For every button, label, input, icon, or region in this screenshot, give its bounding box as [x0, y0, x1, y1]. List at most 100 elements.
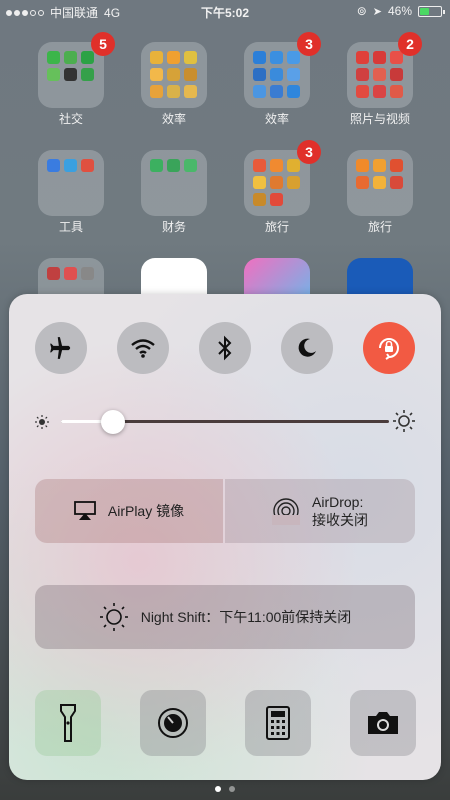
folder-tools[interactable] — [38, 150, 104, 216]
app-icon — [184, 159, 197, 172]
app-icon — [253, 85, 266, 98]
app-icon — [270, 193, 283, 206]
app-icon — [287, 176, 300, 189]
app-icon — [287, 68, 300, 81]
folder-travel-2[interactable] — [347, 150, 413, 216]
app-icon — [373, 159, 386, 172]
airdrop-title: AirDrop: — [312, 494, 364, 510]
app-icon — [373, 85, 386, 98]
app-icon — [356, 85, 369, 98]
app-icon — [167, 159, 180, 172]
airdrop-status: 接收关闭 — [312, 512, 368, 528]
folder-label: 效率 — [264, 112, 289, 126]
brightness-slider-knob[interactable] — [101, 410, 126, 434]
control-center-panel: AirPlay 镜像 AirDrop: 接收关闭 Night Shift：下午1… — [9, 294, 441, 780]
app-icon — [356, 68, 369, 81]
airplay-icon — [73, 501, 96, 520]
night-shift-label: Night Shift：下午11:00前保持关闭 — [140, 609, 352, 625]
app-icon — [47, 267, 60, 280]
flashlight-button[interactable] — [35, 690, 101, 756]
app-icon — [184, 51, 197, 64]
app-icon — [373, 68, 386, 81]
app-icon — [64, 51, 77, 64]
app-icon — [81, 68, 94, 81]
app-icon — [356, 176, 369, 189]
folder-label: 社交 — [58, 112, 83, 126]
status-bar: 中国联通 4G 下午5:02 ⊚ ➤ 46% — [0, 0, 450, 22]
app-icon — [287, 51, 300, 64]
wifi-icon — [131, 339, 155, 358]
page-dot — [229, 786, 235, 792]
app-icon — [47, 68, 60, 81]
app-icon — [81, 159, 94, 172]
app-icon — [150, 85, 163, 98]
calculator-icon — [266, 706, 290, 740]
timer-button[interactable] — [140, 690, 206, 756]
folder-productivity[interactable] — [141, 42, 207, 108]
airplay-label: AirPlay 镜像 — [107, 503, 185, 519]
app-icon — [167, 68, 180, 81]
app-icon — [81, 267, 94, 280]
app-icon — [253, 193, 266, 206]
moon-icon — [298, 338, 316, 357]
notification-badge: 3 — [297, 32, 321, 56]
bluetooth-icon — [218, 335, 232, 361]
folder-label: 效率 — [161, 112, 186, 126]
location-icon: ➤ — [372, 5, 382, 18]
folder-label: 照片与视频 — [349, 112, 410, 126]
camera-button[interactable] — [350, 690, 416, 756]
folder-label: 旅行 — [367, 220, 392, 234]
app-icon — [390, 68, 403, 81]
app-icon — [184, 85, 197, 98]
camera-icon — [368, 712, 398, 734]
app-icon — [150, 51, 163, 64]
app-icon — [64, 68, 77, 81]
app-icon — [287, 85, 300, 98]
airdrop-icon — [272, 498, 300, 525]
app-icon — [253, 176, 266, 189]
status-right: ⊚ ➤ 46% — [356, 4, 445, 18]
brightness-low-icon — [35, 415, 49, 429]
app-icon — [270, 51, 283, 64]
airplane-mode-toggle[interactable] — [35, 322, 87, 374]
bluetooth-toggle[interactable] — [199, 322, 251, 374]
rotation-lock-icon — [379, 338, 399, 360]
app-icon — [356, 159, 369, 172]
airplane-icon — [50, 337, 71, 359]
folder-finance[interactable] — [141, 150, 207, 216]
battery-percent: 46% — [387, 4, 412, 18]
app-icon — [47, 159, 60, 172]
app-icon — [373, 176, 386, 189]
rotation-lock-toggle[interactable] — [363, 322, 415, 374]
battery-fill — [420, 7, 430, 15]
night-shift-button[interactable]: Night Shift：下午11:00前保持关闭 — [35, 585, 415, 649]
app-icon — [253, 51, 266, 64]
app-icon — [150, 68, 163, 81]
wifi-toggle[interactable] — [117, 322, 169, 374]
app-icon — [81, 51, 94, 64]
brightness-high-icon — [393, 410, 415, 432]
folder-label: 旅行 — [264, 220, 289, 234]
calculator-button[interactable] — [245, 690, 311, 756]
app-icon — [167, 51, 180, 64]
app-icon — [64, 267, 77, 280]
app-icon — [184, 68, 197, 81]
lock-rotation-icon: ⊚ — [356, 4, 367, 18]
app-icon — [64, 159, 77, 172]
app-icon — [270, 159, 283, 172]
app-icon — [150, 159, 163, 172]
flashlight-icon — [60, 704, 76, 742]
do-not-disturb-toggle[interactable] — [281, 322, 333, 374]
app-icon — [390, 85, 403, 98]
app-icon — [390, 159, 403, 172]
airplay-mirroring-button[interactable]: AirPlay 镜像 — [35, 479, 223, 543]
notification-badge: 3 — [297, 140, 321, 164]
folder-label: 工具 — [58, 220, 83, 234]
airdrop-button[interactable]: AirDrop: 接收关闭 — [225, 479, 415, 543]
timer-icon — [158, 708, 188, 738]
app-icon — [253, 159, 266, 172]
app-icon — [47, 51, 60, 64]
app-icon — [167, 85, 180, 98]
app-icon — [390, 176, 403, 189]
app-icon — [356, 51, 369, 64]
